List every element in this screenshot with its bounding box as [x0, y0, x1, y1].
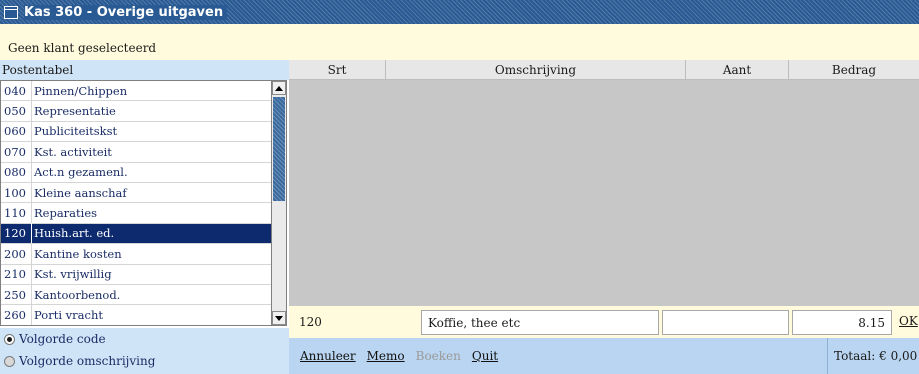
sort-option-label: Volgorde code [19, 332, 106, 346]
list-item-code: 260 [4, 307, 26, 322]
list-item-separator [31, 81, 32, 101]
list-item-code: 120 [4, 226, 26, 241]
title-bar: Kas 360 - Overige uitgaven [0, 0, 919, 24]
list-item-separator [31, 162, 32, 183]
postentabel-list[interactable]: 040 Pinnen/Chippen 050 Representatie 060 Publ… [0, 80, 271, 326]
list-item-separator [31, 121, 32, 142]
list-item-code: 110 [4, 206, 26, 221]
list-item-separator [31, 305, 32, 325]
list-item-code: 200 [4, 246, 26, 261]
list-item[interactable]: 210 Kst. vrijwillig [1, 264, 271, 285]
postentabel-scrollbar[interactable] [271, 80, 287, 326]
sort-options: Volgorde code Volgorde omschrijving [0, 328, 289, 374]
arrow-down-icon [275, 315, 283, 321]
list-item-label: Kst. activiteit [34, 144, 112, 159]
grid-header: Srt Omschrijving Aant Bedrag [289, 60, 919, 80]
postentabel-header: Postentabel [0, 60, 289, 80]
list-item-code: 080 [4, 165, 26, 180]
list-item-code: 210 [4, 267, 26, 282]
list-item-code: 050 [4, 104, 26, 119]
bedrag-field[interactable]: 8.15 [792, 310, 892, 335]
radio-checked-icon[interactable] [4, 333, 15, 345]
list-item[interactable]: 100 Kleine aanschaf [1, 182, 271, 204]
sort-option-omschrijving[interactable]: Volgorde omschrijving [0, 350, 289, 372]
scroll-thumb[interactable] [273, 97, 285, 201]
omschrijving-field[interactable]: Koffie, thee etc [421, 310, 659, 335]
list-item-code: 070 [4, 144, 26, 159]
aant-field[interactable] [662, 310, 789, 335]
list-item-label: Publiciteitskst [34, 124, 118, 139]
list-item-label: Kantoorbenod. [34, 287, 121, 302]
list-item-separator [31, 182, 32, 203]
list-item-label: Huish.art. ed. [34, 226, 115, 241]
column-header-srt[interactable]: Srt [289, 60, 386, 80]
annuleer-button[interactable]: Annuleer [300, 349, 356, 363]
ok-button[interactable]: OK [899, 314, 918, 328]
list-item[interactable]: 050 Representatie [1, 101, 271, 122]
list-item-separator [31, 101, 32, 122]
scroll-up-button[interactable] [272, 81, 286, 95]
customer-bar-spacer [0, 24, 919, 36]
action-bar: Annuleer Memo Boeken Quit Totaal: € 0,00 [289, 338, 919, 374]
list-item-label: Reparaties [34, 206, 98, 221]
list-item-separator [31, 223, 32, 244]
list-item-code: 060 [4, 124, 26, 139]
column-header-omschrijving[interactable]: Omschrijving [386, 60, 686, 80]
grid-body[interactable] [289, 80, 919, 306]
customer-status: Geen klant geselecteerd [8, 41, 157, 55]
boeken-button[interactable]: Boeken [416, 349, 461, 363]
list-item-code: 040 [4, 83, 26, 98]
list-item-label: Porti vracht [34, 307, 103, 322]
list-item[interactable]: 060 Publiciteitskst [1, 121, 271, 143]
window-icon [4, 5, 18, 19]
list-item[interactable]: 250 Kantoorbenod. [1, 284, 271, 306]
list-item-label: Pinnen/Chippen [34, 83, 128, 98]
list-item-label: Kst. vrijwillig [34, 267, 112, 282]
list-item-code: 250 [4, 287, 26, 302]
list-item-separator [31, 284, 32, 305]
list-item[interactable]: 070 Kst. activiteit [1, 141, 271, 163]
list-item[interactable]: 040 Pinnen/Chippen [1, 81, 271, 102]
list-item[interactable]: 120 Huish.art. ed. [1, 223, 271, 245]
customer-bar: Geen klant geselecteerd [0, 36, 919, 60]
list-item[interactable]: 200 Kantine kosten [1, 243, 271, 265]
list-item-label: Act.n gezamenl. [34, 165, 128, 180]
radio-unchecked-icon[interactable] [4, 355, 15, 367]
list-item-separator [31, 203, 32, 224]
list-item[interactable]: 080 Act.n gezamenl. [1, 162, 271, 183]
list-item-label: Kleine aanschaf [34, 185, 127, 200]
list-item-label: Kantine kosten [34, 246, 122, 261]
entry-code: 120 [299, 315, 322, 329]
list-item[interactable]: 260 Porti vracht [1, 305, 271, 325]
list-item-separator [31, 264, 32, 285]
totaal-display: Totaal: € 0,00 [827, 338, 919, 374]
list-item[interactable]: 110 Reparaties [1, 203, 271, 224]
list-item-code: 100 [4, 185, 26, 200]
arrow-up-icon [275, 85, 283, 91]
sort-option-label: Volgorde omschrijving [19, 354, 156, 368]
list-item-separator [31, 243, 32, 264]
window-title: Kas 360 - Overige uitgaven [24, 4, 228, 20]
list-item-label: Representatie [34, 104, 116, 119]
scroll-down-button[interactable] [272, 311, 286, 325]
list-item-separator [31, 141, 32, 162]
column-header-bedrag[interactable]: Bedrag [789, 60, 919, 80]
quit-button[interactable]: Quit [472, 349, 498, 363]
memo-button[interactable]: Memo [367, 349, 405, 363]
entry-row: 120 Koffie, thee etc 8.15 OK [289, 306, 919, 338]
sort-option-code[interactable]: Volgorde code [0, 328, 289, 350]
column-header-aant[interactable]: Aant [686, 60, 789, 80]
